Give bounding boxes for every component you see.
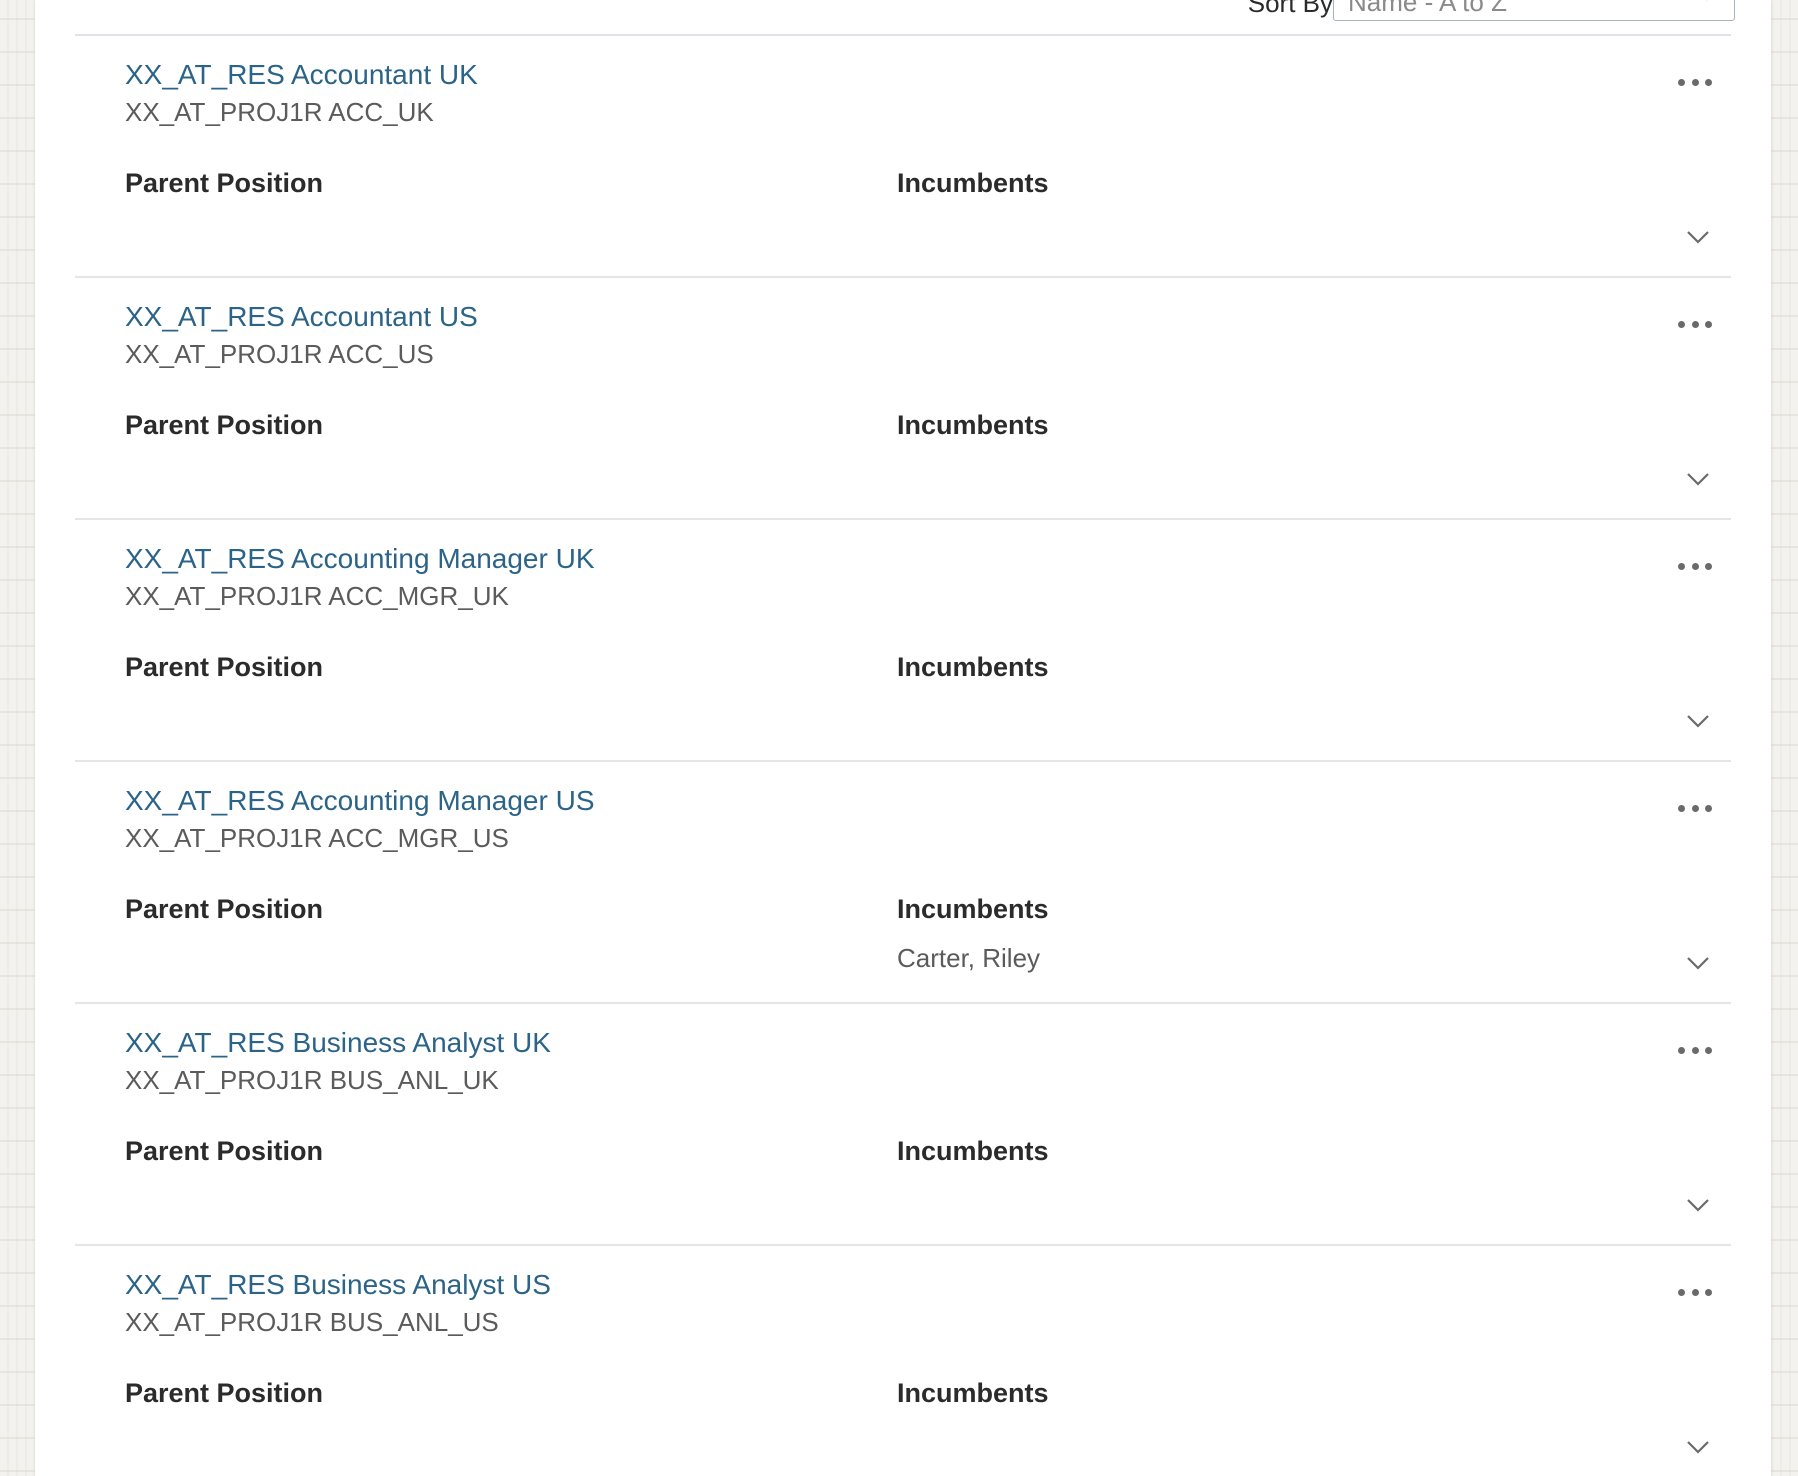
position-code: XX_AT_PROJ1R ACC_MGR_US [125, 823, 509, 853]
sort-by-select[interactable]: Name - A to Z [1333, 0, 1735, 21]
position-title-link[interactable]: XX_AT_RES Accountant US [125, 301, 478, 333]
more-horizontal-icon [1678, 78, 1685, 86]
position-code: XX_AT_PROJ1R ACC_MGR_UK [125, 581, 509, 611]
position-card: XX_AT_RES Accounting Manager UK XX_AT_PR… [75, 520, 1731, 762]
position-card: XX_AT_RES Business Analyst US XX_AT_PROJ… [75, 1246, 1731, 1476]
parent-position-label: Parent Position [125, 1378, 324, 1408]
parent-position-label: Parent Position [125, 410, 324, 440]
results-panel: Sort By Name - A to Z XX_AT_RES Accounta… [35, 0, 1771, 1476]
more-actions-button[interactable] [1675, 1040, 1715, 1060]
position-code: XX_AT_PROJ1R ACC_UK [125, 97, 434, 127]
sort-bar: Sort By Name - A to Z [35, 0, 1771, 34]
position-card: XX_AT_RES Business Analyst UK XX_AT_PROJ… [75, 1004, 1731, 1246]
chevron-down-icon [1706, 0, 1708, 1]
position-list: XX_AT_RES Accountant UK XX_AT_PROJ1R ACC… [75, 34, 1731, 1476]
position-title-link[interactable]: XX_AT_RES Accounting Manager UK [125, 543, 595, 575]
position-title-link[interactable]: XX_AT_RES Accountant UK [125, 59, 478, 91]
more-horizontal-icon [1678, 562, 1685, 570]
parent-position-label: Parent Position [125, 652, 324, 682]
position-title-link[interactable]: XX_AT_RES Business Analyst US [125, 1269, 551, 1301]
position-card: XX_AT_RES Accountant US XX_AT_PROJ1R ACC… [75, 278, 1731, 520]
chevron-down-icon[interactable] [1683, 952, 1713, 974]
more-actions-button[interactable] [1675, 1282, 1715, 1302]
parent-position-label: Parent Position [125, 168, 324, 198]
sort-by-value: Name - A to Z [1348, 0, 1507, 17]
sort-by-label: Sort By [1247, 0, 1333, 18]
chevron-down-icon[interactable] [1683, 226, 1713, 248]
more-actions-button[interactable] [1675, 798, 1715, 818]
incumbents-label: Incumbents [897, 168, 1049, 198]
incumbents-label: Incumbents [897, 894, 1049, 924]
incumbents-label: Incumbents [897, 410, 1049, 440]
more-horizontal-icon [1678, 804, 1685, 812]
position-code: XX_AT_PROJ1R ACC_US [125, 339, 434, 369]
position-title-link[interactable]: XX_AT_RES Accounting Manager US [125, 785, 595, 817]
more-actions-button[interactable] [1675, 314, 1715, 334]
position-code: XX_AT_PROJ1R BUS_ANL_UK [125, 1065, 499, 1095]
incumbent-name: Carter, Riley [897, 943, 1041, 973]
position-title-link[interactable]: XX_AT_RES Business Analyst UK [125, 1027, 551, 1059]
incumbents-label: Incumbents [897, 1136, 1049, 1166]
chevron-down-icon[interactable] [1683, 468, 1713, 490]
parent-position-label: Parent Position [125, 894, 324, 924]
incumbents-label: Incumbents [897, 1378, 1049, 1408]
more-horizontal-icon [1678, 1288, 1685, 1296]
more-horizontal-icon [1678, 320, 1685, 328]
parent-position-label: Parent Position [125, 1136, 324, 1166]
incumbents-label: Incumbents [897, 652, 1049, 682]
position-code: XX_AT_PROJ1R BUS_ANL_US [125, 1307, 499, 1337]
chevron-down-icon[interactable] [1683, 1436, 1713, 1458]
more-actions-button[interactable] [1675, 556, 1715, 576]
chevron-down-icon[interactable] [1683, 710, 1713, 732]
chevron-down-icon[interactable] [1683, 1194, 1713, 1216]
position-card: XX_AT_RES Accountant UK XX_AT_PROJ1R ACC… [75, 36, 1731, 278]
more-horizontal-icon [1678, 1046, 1685, 1054]
more-actions-button[interactable] [1675, 72, 1715, 92]
position-card: XX_AT_RES Accounting Manager US XX_AT_PR… [75, 762, 1731, 1004]
